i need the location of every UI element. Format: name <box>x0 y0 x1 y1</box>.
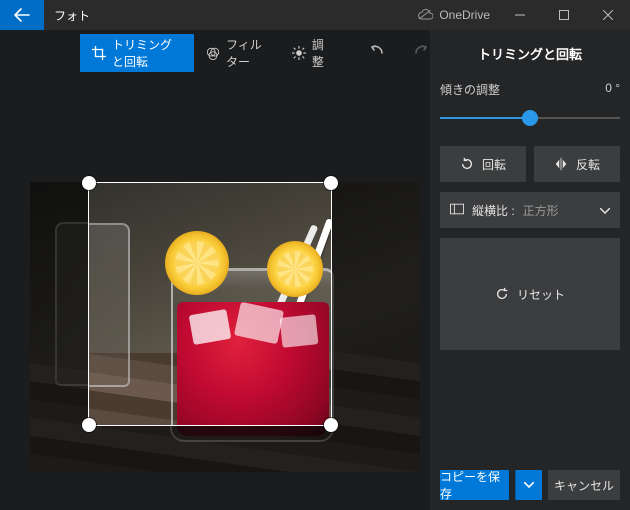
crop-handle-top-right[interactable] <box>324 176 338 190</box>
side-panel: トリミングと回転 傾きの調整 0 ° 回転 反転 縦横比 : 正方形 <box>430 30 630 510</box>
chevron-down-icon <box>524 482 534 488</box>
editor-area: トリミングと回転 フィルター 調整 <box>0 30 430 510</box>
minimize-icon <box>515 10 525 20</box>
minimize-button[interactable] <box>498 0 542 30</box>
crop-icon <box>92 46 106 60</box>
save-copy-dropdown[interactable] <box>515 470 542 500</box>
back-button[interactable] <box>0 0 44 30</box>
titlebar: フォト OneDrive <box>0 0 630 30</box>
reset-button[interactable]: リセット <box>440 238 620 350</box>
cancel-label: キャンセル <box>554 477 614 494</box>
crop-handle-bottom-right[interactable] <box>324 418 338 432</box>
tab-adjust-label: 調整 <box>312 36 326 70</box>
close-button[interactable] <box>586 0 630 30</box>
rotate-label: 回転 <box>482 156 506 173</box>
rotate-button[interactable]: 回転 <box>440 146 526 182</box>
adjust-icon <box>292 46 306 60</box>
app-title: フォト <box>54 7 90 24</box>
redo-icon <box>414 44 430 60</box>
canvas[interactable] <box>0 72 430 510</box>
cloud-icon <box>417 9 433 21</box>
tab-filter[interactable]: フィルター <box>194 34 280 72</box>
flip-icon <box>554 157 568 171</box>
image-cropped <box>89 183 331 425</box>
aspect-icon <box>450 203 464 218</box>
tilt-label: 傾きの調整 <box>440 81 500 98</box>
onedrive-status[interactable]: OneDrive <box>417 8 490 22</box>
arrow-left-icon <box>14 7 30 23</box>
crop-handle-top-left[interactable] <box>82 176 96 190</box>
tab-crop-rotate-label: トリミングと回転 <box>112 36 182 70</box>
aspect-label: 縦横比 : <box>472 202 515 219</box>
save-copy-button[interactable]: コピーを保存 <box>440 470 509 500</box>
save-copy-label: コピーを保存 <box>440 468 509 502</box>
redo-button[interactable] <box>414 44 430 63</box>
slider-thumb[interactable] <box>522 110 538 126</box>
close-icon <box>603 10 613 20</box>
undo-button[interactable] <box>368 44 384 63</box>
flip-label: 反転 <box>576 156 600 173</box>
rotate-icon <box>460 157 474 171</box>
crop-rectangle[interactable] <box>88 182 332 426</box>
crop-handle-bottom-left[interactable] <box>82 418 96 432</box>
main: トリミングと回転 フィルター 調整 <box>0 30 630 510</box>
maximize-button[interactable] <box>542 0 586 30</box>
tab-filter-label: フィルター <box>226 36 268 70</box>
tilt-row: 傾きの調整 0 ° <box>440 81 620 98</box>
aspect-ratio-dropdown[interactable]: 縦横比 : 正方形 <box>440 192 620 228</box>
reset-icon <box>495 287 509 301</box>
cancel-button[interactable]: キャンセル <box>548 470 620 500</box>
aspect-value: 正方形 <box>523 202 559 219</box>
footer: コピーを保存 キャンセル <box>440 462 620 510</box>
panel-title: トリミングと回転 <box>440 44 620 63</box>
editor-toolbar: トリミングと回転 フィルター 調整 <box>80 34 430 72</box>
maximize-icon <box>559 10 569 20</box>
reset-label: リセット <box>517 286 565 303</box>
tab-adjust[interactable]: 調整 <box>280 34 338 72</box>
onedrive-label: OneDrive <box>439 8 490 22</box>
tilt-slider[interactable] <box>440 108 620 128</box>
tab-crop-rotate[interactable]: トリミングと回転 <box>80 34 194 72</box>
chevron-down-icon <box>600 203 610 217</box>
filter-icon <box>206 46 220 60</box>
tilt-value: 0 ° <box>605 81 620 98</box>
flip-button[interactable]: 反転 <box>534 146 620 182</box>
window-controls <box>498 0 630 30</box>
undo-icon <box>368 44 384 60</box>
